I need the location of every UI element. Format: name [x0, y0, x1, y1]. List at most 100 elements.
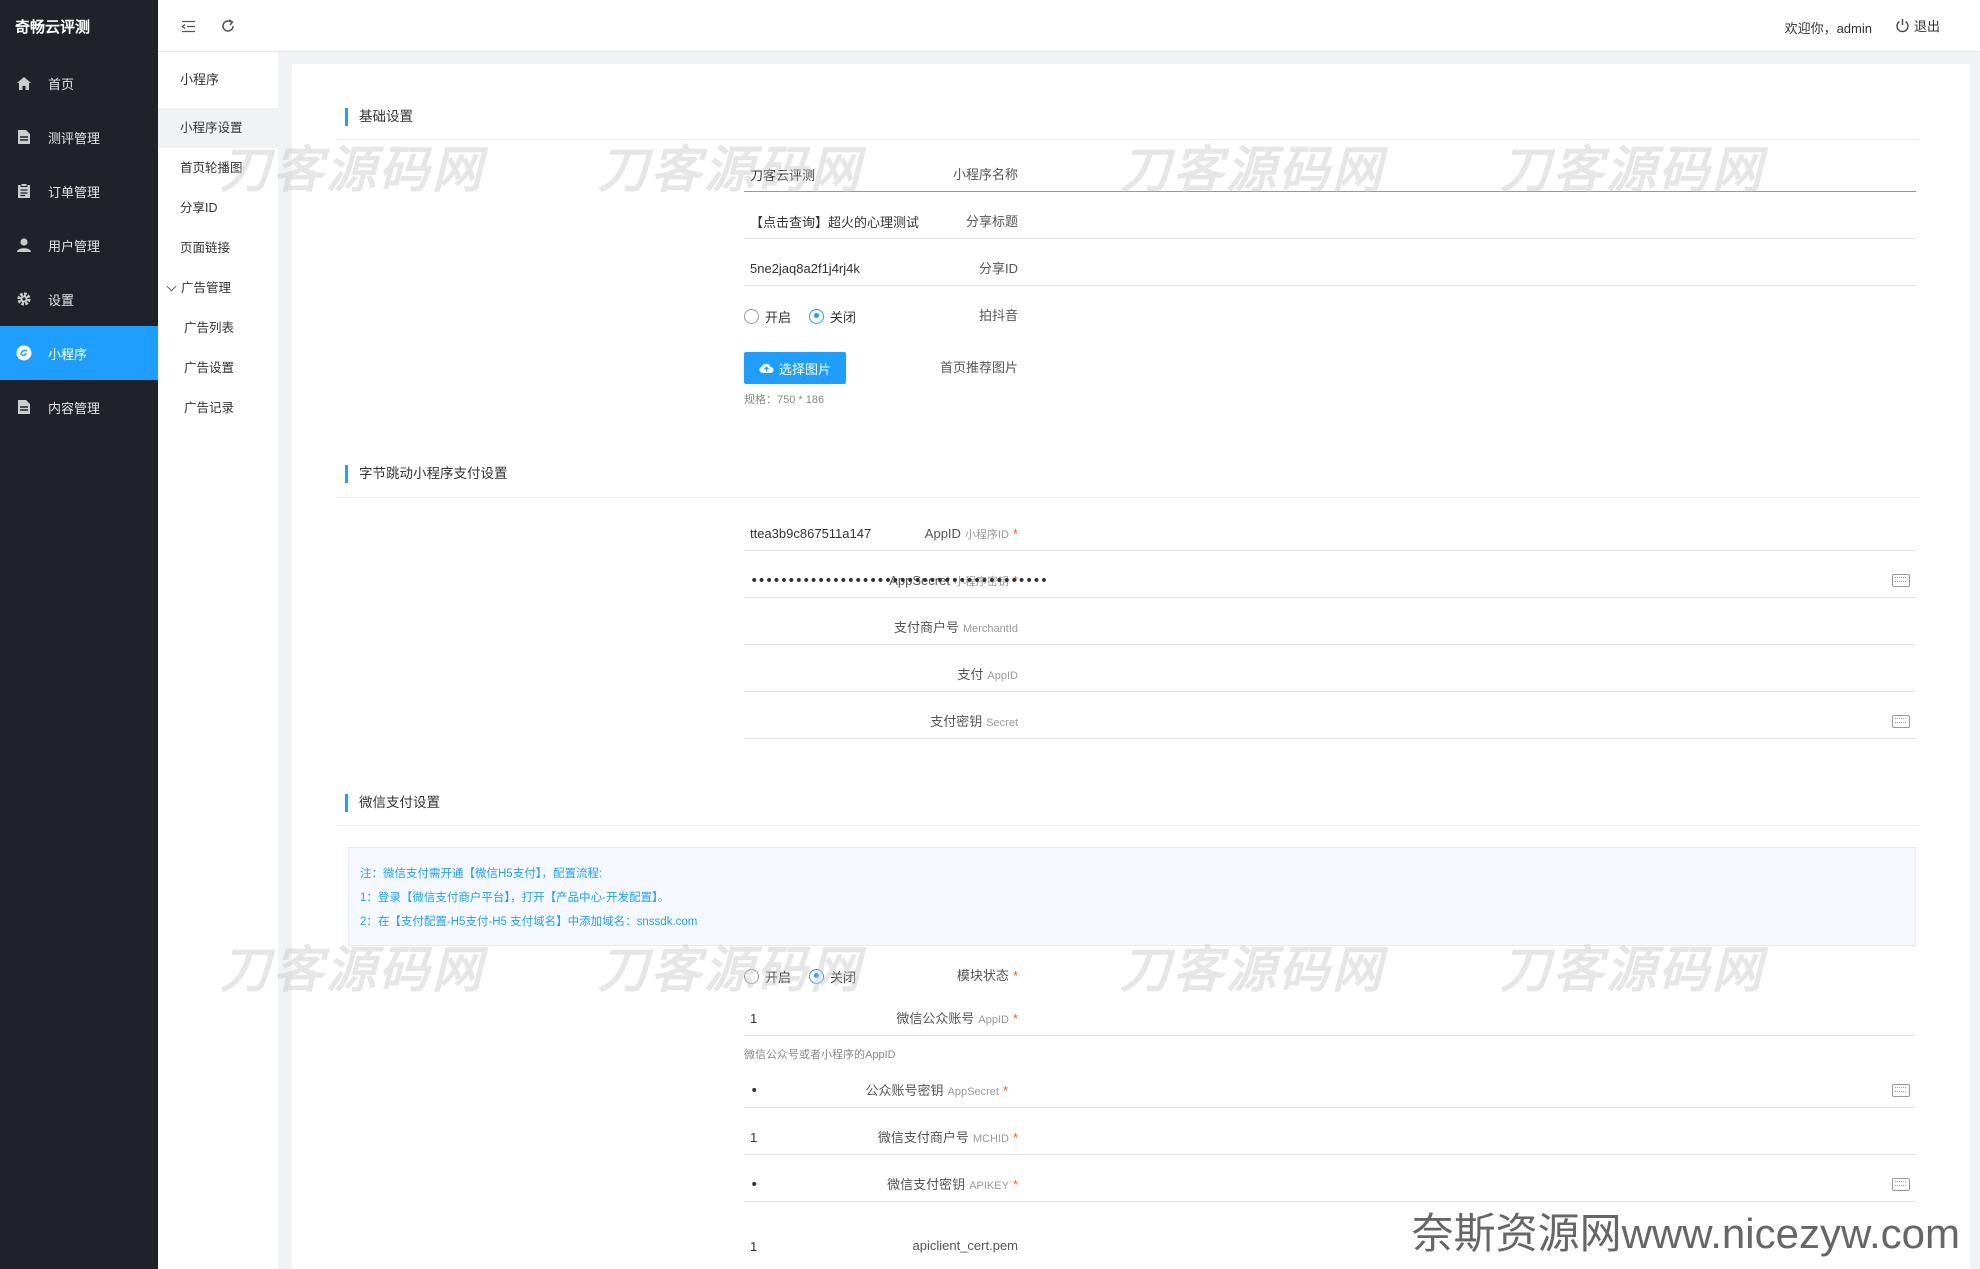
- submenu-item-ad-settings[interactable]: 广告设置: [158, 348, 278, 388]
- refresh-icon[interactable]: [218, 16, 238, 36]
- notice-line: 2：在【支付配置-H5支付-H5 支付域名】中添加域名：snssdk.com: [360, 916, 698, 928]
- form-row-bd-appsecret: AppSecret 小程序密钥 *: [292, 564, 1970, 598]
- submenu-item-share-id[interactable]: 分享ID: [158, 188, 278, 228]
- mini-program-name-input[interactable]: [744, 158, 1916, 192]
- button-label: 选择图片: [779, 361, 832, 377]
- wechat-mchid-input[interactable]: [744, 1121, 1916, 1155]
- submenu-item-settings[interactable]: 小程序设置: [158, 108, 278, 148]
- wx-status-on-radio[interactable]: 开启: [744, 967, 791, 986]
- sidebar: 奇畅云评测 首页 测评管理 订单管理 用户管理 设置 小程序 内容管理: [0, 0, 158, 1269]
- chevron-down-icon: [166, 281, 177, 291]
- nav-item-home[interactable]: 首页: [0, 56, 158, 110]
- divider: [337, 825, 1919, 826]
- section-title-basic: 基础设置: [345, 108, 413, 126]
- form-row-bd-secret: 支付密钥 Secret: [292, 705, 1970, 739]
- douyin-radio-group: 开启 关闭: [744, 299, 874, 333]
- mini-program-icon: [15, 344, 33, 362]
- logout-button[interactable]: 退出: [1895, 16, 1940, 35]
- nav-label: 测评管理: [48, 130, 101, 146]
- nav-item-content[interactable]: 内容管理: [0, 380, 158, 434]
- form-row-douyin: 拍抖音 开启 关闭: [292, 299, 1970, 333]
- bytedance-appsecret-input[interactable]: [744, 564, 1916, 598]
- nav-item-users[interactable]: 用户管理: [0, 218, 158, 272]
- radio-circle: [744, 968, 759, 984]
- radio-circle-checked: [809, 308, 825, 324]
- form-row-bd-pay-appid: 支付 AppID: [292, 658, 1970, 692]
- form-row-name: 小程序名称: [292, 158, 1970, 192]
- choose-image-button[interactable]: 选择图片: [744, 352, 847, 384]
- douyin-off-radio[interactable]: 关闭: [809, 307, 856, 326]
- cloud-upload-icon: [759, 362, 774, 374]
- wx-status-off-radio[interactable]: 关闭: [809, 967, 856, 986]
- home-icon: [15, 74, 33, 92]
- form-row-wx-mchid: 微信支付商户号 MCHID *: [292, 1121, 1970, 1155]
- divider: [337, 497, 1919, 498]
- keyboard-icon[interactable]: [1892, 1178, 1910, 1191]
- notice-line: 注：微信支付需开通【微信H5支付】，配置流程:: [360, 868, 603, 880]
- section-title-bytedance: 字节跳动小程序支付设置: [345, 465, 508, 483]
- bytedance-appid-input[interactable]: [744, 517, 1916, 551]
- submenu-group-label: 广告管理: [181, 281, 232, 295]
- bytedance-pay-secret-input[interactable]: [744, 705, 1916, 739]
- form-row-wx-appsecret: 公众账号密钥 AppSecret *: [292, 1074, 1970, 1108]
- power-icon: [1895, 18, 1910, 33]
- submenu-item-page-links[interactable]: 页面链接: [158, 228, 278, 268]
- nav-label: 小程序: [48, 346, 88, 362]
- wechat-appid-input[interactable]: [744, 1002, 1916, 1036]
- radio-label: 开启: [765, 309, 792, 325]
- keyboard-icon[interactable]: [1892, 1084, 1910, 1097]
- share-title-input[interactable]: [744, 205, 1916, 239]
- wechat-notice: 注：微信支付需开通【微信H5支付】，配置流程: 1：登录【微信支付商户平台】，打…: [348, 847, 1916, 946]
- form-row-wx-cert: apiclient_cert.pem: [292, 1229, 1970, 1263]
- form-row-bd-merchant: 支付商户号 MerchantId: [292, 611, 1970, 645]
- bytedance-pay-appid-input[interactable]: [744, 658, 1916, 692]
- nav-label: 内容管理: [48, 400, 101, 416]
- radio-label: 开启: [765, 969, 792, 985]
- bytedance-merchant-id-input[interactable]: [744, 611, 1916, 645]
- submenu-group-ads[interactable]: 广告管理: [158, 268, 278, 308]
- nav-item-orders[interactable]: 订单管理: [0, 164, 158, 218]
- share-id-input[interactable]: [744, 252, 1916, 286]
- submenu-item-ad-records[interactable]: 广告记录: [158, 388, 278, 428]
- cert-pem-input[interactable]: [744, 1229, 1916, 1263]
- keyboard-icon[interactable]: [1892, 715, 1910, 728]
- nav-label: 订单管理: [48, 184, 101, 200]
- form-row-share-title: 分享标题: [292, 205, 1970, 239]
- section-title-wechat: 微信支付设置: [345, 794, 440, 812]
- submenu-title: 小程序: [180, 72, 220, 87]
- top-bar: 欢迎你，admin 退出: [158, 0, 1980, 52]
- nav-item-mini-program[interactable]: 小程序: [0, 326, 158, 380]
- gear-icon: [15, 290, 33, 308]
- nav-item-evaluations[interactable]: 测评管理: [0, 110, 158, 164]
- radio-circle: [744, 308, 759, 324]
- field-label: 首页推荐图片: [939, 360, 1018, 375]
- submenu-item-carousel[interactable]: 首页轮播图: [158, 148, 278, 188]
- nav-label: 设置: [48, 292, 75, 308]
- menu-collapse-icon[interactable]: [178, 16, 198, 36]
- document-icon: [15, 128, 33, 146]
- form-row-bd-appid: AppID 小程序ID *: [292, 517, 1970, 551]
- clipboard-icon: [15, 182, 33, 200]
- radio-label: 关闭: [830, 309, 857, 325]
- notice-line: 1：登录【微信支付商户平台】，打开【产品中心-开发配置】。: [360, 892, 670, 904]
- divider: [337, 139, 1919, 140]
- app-brand: 奇畅云评测: [15, 19, 91, 36]
- logout-label: 退出: [1913, 19, 1940, 34]
- nav-label: 首页: [48, 76, 75, 92]
- submenu-item-ad-list[interactable]: 广告列表: [158, 308, 278, 348]
- form-row-wx-status: 模块状态 * 开启 关闭: [292, 959, 1970, 993]
- wx-status-radio-group: 开启 关闭: [744, 959, 874, 993]
- wechat-apikey-input[interactable]: [744, 1168, 1916, 1202]
- douyin-on-radio[interactable]: 开启: [744, 307, 791, 326]
- field-label: 模块状态 *: [956, 968, 1018, 983]
- form-row-share-id: 分享ID: [292, 252, 1970, 286]
- document-icon: [15, 398, 33, 416]
- user-icon: [15, 236, 33, 254]
- welcome-text: 欢迎你，admin: [1784, 21, 1872, 36]
- keyboard-icon[interactable]: [1892, 574, 1910, 587]
- radio-label: 关闭: [830, 969, 857, 985]
- form-row-wx-apikey: 微信支付密钥 APIKEY *: [292, 1168, 1970, 1202]
- wechat-appsecret-input[interactable]: [744, 1074, 1916, 1108]
- nav-item-settings[interactable]: 设置: [0, 272, 158, 326]
- wechat-appid-hint: 微信公众号或者小程序的AppID: [744, 1049, 896, 1061]
